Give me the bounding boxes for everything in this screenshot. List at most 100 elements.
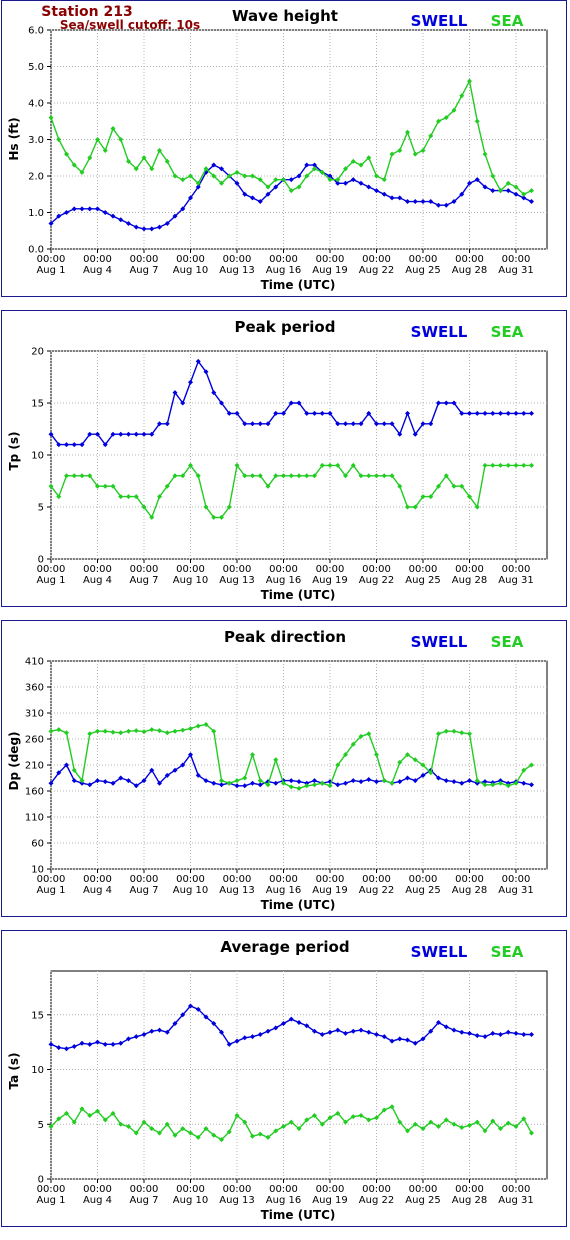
legend-swell: SWELL <box>411 323 468 341</box>
y-tick-label: 210 <box>25 761 44 772</box>
chart-peak-direction: Peak direction SWELL SEA Dp (deg) Time (… <box>7 628 548 912</box>
x-tick-label-time: 00:00 <box>269 1184 298 1195</box>
x-tick-label-date: Aug 31 <box>498 885 533 896</box>
x-tick-label-date: Aug 10 <box>173 265 208 276</box>
y-tick-label: 60 <box>31 839 44 850</box>
chart-average-period: Average period SWELL SEA Ta (s) Time (UT… <box>7 938 548 1222</box>
x-tick-label-date: Aug 4 <box>83 1195 112 1206</box>
x-axis-label: Time (UTC) <box>261 1208 336 1222</box>
chart-title: Peak direction <box>224 628 346 646</box>
chart-title: Average period <box>220 938 349 956</box>
plot-area: 00:00Aug 100:00Aug 400:00Aug 700:00Aug 1… <box>28 26 548 276</box>
plot-area: 00:00Aug 100:00Aug 400:00Aug 700:00Aug 1… <box>31 347 548 586</box>
x-tick-label-date: Aug 25 <box>405 265 440 276</box>
x-tick-label-date: Aug 10 <box>173 1195 208 1206</box>
y-tick-label: 5 <box>38 1120 44 1131</box>
legend-swell: SWELL <box>411 12 468 30</box>
x-tick-label-time: 00:00 <box>130 1184 159 1195</box>
x-tick-label-time: 00:00 <box>269 254 298 265</box>
y-tick-label: 260 <box>25 735 44 746</box>
y-tick-label: 310 <box>25 709 44 720</box>
x-tick-label-date: Aug 16 <box>266 885 301 896</box>
y-tick-label: 15 <box>31 399 44 410</box>
y-tick-label: 410 <box>25 657 44 668</box>
y-tick-label: 110 <box>25 813 44 824</box>
y-tick-label: 1.0 <box>28 208 44 219</box>
x-tick-label-time: 00:00 <box>362 254 391 265</box>
y-tick-label: 10 <box>31 451 44 462</box>
y-tick-label: 20 <box>31 347 44 358</box>
x-tick-label-time: 00:00 <box>455 564 484 575</box>
x-tick-label-date: Aug 13 <box>219 265 254 276</box>
plot-frame <box>50 970 548 1180</box>
y-axis-label: Ta (s) <box>7 1052 21 1089</box>
y-tick-label: 5.0 <box>28 62 44 73</box>
x-tick-label-time: 00:00 <box>362 564 391 575</box>
x-tick-label-time: 00:00 <box>502 564 531 575</box>
x-tick-label-time: 00:00 <box>316 564 345 575</box>
x-tick-label-date: Aug 13 <box>219 575 254 586</box>
x-tick-label-time: 00:00 <box>269 874 298 885</box>
x-tick-label-date: Aug 4 <box>83 885 112 896</box>
x-tick-label-date: Aug 19 <box>312 885 347 896</box>
y-axis-label: Hs (ft) <box>7 117 21 160</box>
legend-swell: SWELL <box>411 943 468 961</box>
y-tick-label: 160 <box>25 787 44 798</box>
x-tick-label-time: 00:00 <box>409 564 438 575</box>
x-tick-label-time: 00:00 <box>455 254 484 265</box>
panel-peak-period: Peak period SWELL SEA Tp (s) Time (UTC) … <box>1 310 567 607</box>
x-tick-label-time: 00:00 <box>176 1184 205 1195</box>
x-tick-label-date: Aug 10 <box>173 885 208 896</box>
y-tick-label: 15 <box>31 1010 44 1021</box>
y-axis-label: Dp (deg) <box>7 731 21 790</box>
x-tick-label-date: Aug 28 <box>452 575 487 586</box>
plot-area: 00:00Aug 100:00Aug 400:00Aug 700:00Aug 1… <box>31 970 548 1206</box>
legend-sea: SEA <box>491 12 524 30</box>
x-tick-label-date: Aug 28 <box>452 1195 487 1206</box>
legend-sea: SEA <box>491 943 524 961</box>
plot-frame <box>50 660 548 870</box>
x-tick-label-time: 00:00 <box>223 874 252 885</box>
x-tick-label-time: 00:00 <box>176 564 205 575</box>
x-tick-label-date: Aug 16 <box>266 265 301 276</box>
x-tick-label-time: 00:00 <box>455 874 484 885</box>
x-axis-label: Time (UTC) <box>261 588 336 602</box>
x-tick-label-date: Aug 28 <box>452 885 487 896</box>
x-tick-label-date: Aug 28 <box>452 265 487 276</box>
x-tick-label-time: 00:00 <box>316 874 345 885</box>
x-tick-label-time: 00:00 <box>83 1184 112 1195</box>
x-tick-label-time: 00:00 <box>83 564 112 575</box>
y-tick-label: 4.0 <box>28 99 44 110</box>
x-tick-label-date: Aug 13 <box>219 885 254 896</box>
chart-wave-height: Station 213 Sea/swell cutoff: 10s Wave h… <box>7 4 548 292</box>
x-tick-label-date: Aug 1 <box>36 265 65 276</box>
x-tick-label-date: Aug 7 <box>129 885 158 896</box>
x-tick-label-time: 00:00 <box>83 254 112 265</box>
y-tick-label: 10 <box>31 865 44 876</box>
x-tick-label-time: 00:00 <box>176 874 205 885</box>
x-tick-label-time: 00:00 <box>223 564 252 575</box>
x-tick-label-time: 00:00 <box>502 254 531 265</box>
x-axis-label: Time (UTC) <box>261 278 336 292</box>
x-tick-label-date: Aug 19 <box>312 575 347 586</box>
y-tick-label: 360 <box>25 683 44 694</box>
legend-swell: SWELL <box>411 633 468 651</box>
x-tick-label-time: 00:00 <box>362 874 391 885</box>
x-tick-label-date: Aug 4 <box>83 265 112 276</box>
x-tick-label-time: 00:00 <box>409 874 438 885</box>
x-tick-label-time: 00:00 <box>409 1184 438 1195</box>
x-tick-label-time: 00:00 <box>502 1184 531 1195</box>
y-tick-label: 10 <box>31 1065 44 1076</box>
x-tick-label-time: 00:00 <box>455 1184 484 1195</box>
panel-peak-direction: Peak direction SWELL SEA Dp (deg) Time (… <box>1 620 567 917</box>
panel-wave-height: Station 213 Sea/swell cutoff: 10s Wave h… <box>1 0 567 297</box>
x-tick-label-date: Aug 31 <box>498 1195 533 1206</box>
x-tick-label-time: 00:00 <box>223 1184 252 1195</box>
panel-average-period: Average period SWELL SEA Ta (s) Time (UT… <box>1 930 567 1227</box>
x-tick-label-time: 00:00 <box>176 254 205 265</box>
legend-sea: SEA <box>491 633 524 651</box>
y-tick-label: 3.0 <box>28 135 44 146</box>
x-tick-label-time: 00:00 <box>130 254 159 265</box>
x-tick-label-time: 00:00 <box>130 874 159 885</box>
x-tick-label-time: 00:00 <box>362 1184 391 1195</box>
